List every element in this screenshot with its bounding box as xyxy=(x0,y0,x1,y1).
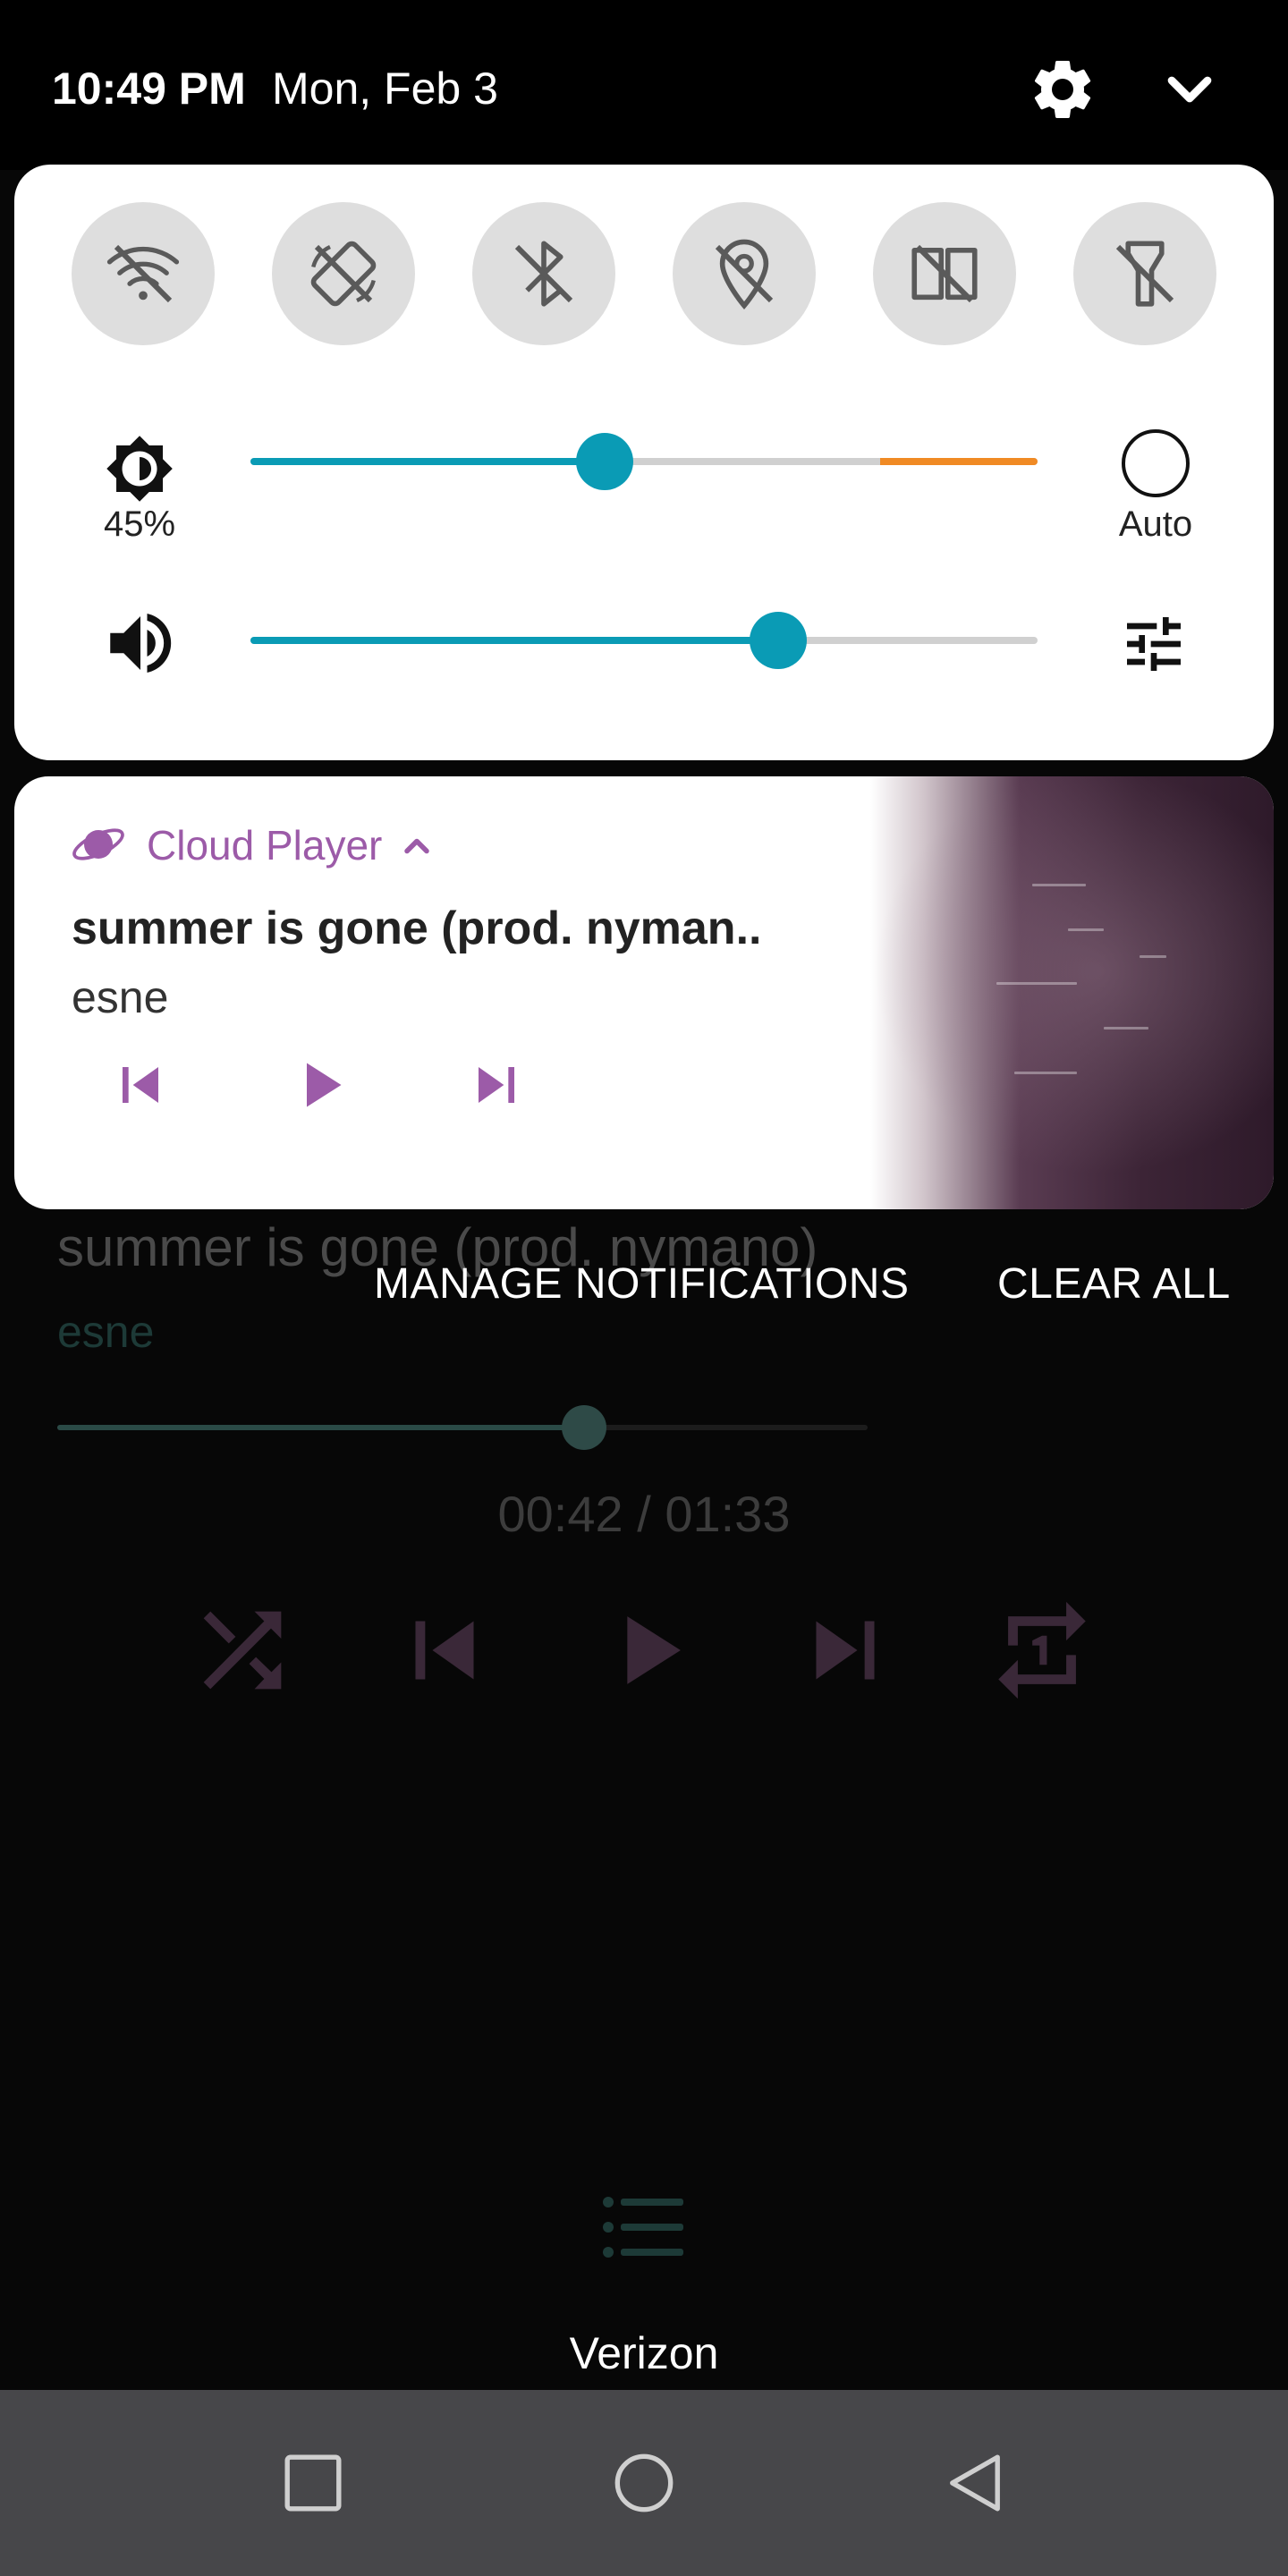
navigation-bar xyxy=(0,2390,1288,2576)
brightness-high-zone xyxy=(880,458,1038,465)
wifi-off-icon xyxy=(106,244,180,303)
repeat-one-icon[interactable] xyxy=(984,1592,1100,1708)
home-button[interactable] xyxy=(599,2438,689,2528)
album-art xyxy=(835,776,1274,1209)
shuffle-icon[interactable] xyxy=(184,1592,301,1708)
brightness-icon xyxy=(95,424,184,513)
status-time: 10:49 PM xyxy=(52,64,246,114)
manage-notifications-button[interactable]: MANAGE NOTIFICATIONS xyxy=(374,1259,909,1309)
recents-button[interactable] xyxy=(268,2438,358,2528)
background-player: summer is gone (prod. nymano) esne 00:42… xyxy=(0,1163,1288,2388)
tile-reading-mode[interactable] xyxy=(873,202,1016,345)
tile-bluetooth[interactable] xyxy=(472,202,615,345)
bg-song-artist: esne xyxy=(57,1307,155,1357)
location-off-icon xyxy=(715,239,774,309)
settings-icon[interactable] xyxy=(1027,54,1098,125)
notification-artist: esne xyxy=(72,972,169,1022)
status-bar: 10:49 PM Mon, Feb 3 xyxy=(0,0,1288,170)
recents-icon xyxy=(284,2454,342,2512)
collapse-chevron-icon[interactable] xyxy=(397,826,436,866)
media-notification[interactable]: Cloud Player summer is gone (prod. nyman… xyxy=(14,776,1274,1209)
quick-settings-panel: 45% Auto xyxy=(14,165,1274,760)
auto-rotate-off-icon xyxy=(310,241,377,307)
notification-app-name: Cloud Player xyxy=(147,822,383,869)
next-icon xyxy=(479,1067,514,1103)
previous-icon xyxy=(123,1067,158,1103)
auto-brightness-toggle[interactable] xyxy=(1122,429,1190,497)
cloud-player-logo-icon xyxy=(70,816,127,873)
brightness-fill xyxy=(250,458,605,465)
bluetooth-off-icon xyxy=(514,241,573,307)
bg-next-icon[interactable] xyxy=(787,1592,903,1708)
tile-flashlight[interactable] xyxy=(1073,202,1216,345)
bg-play-icon[interactable] xyxy=(589,1592,705,1708)
tile-wifi[interactable] xyxy=(72,202,215,345)
carrier-label: Verizon xyxy=(569,2328,719,2378)
brightness-percent: 45% xyxy=(103,504,176,544)
sound-settings-icon[interactable] xyxy=(1118,608,1190,680)
bg-previous-icon[interactable] xyxy=(386,1592,503,1708)
queue-list-icon[interactable] xyxy=(599,2191,689,2263)
bg-seek-thumb[interactable] xyxy=(561,1405,606,1450)
tile-location[interactable] xyxy=(673,202,816,345)
notification-play-button[interactable] xyxy=(279,1045,360,1125)
brightness-slider[interactable] xyxy=(250,433,1038,490)
notification-next-button[interactable] xyxy=(456,1045,537,1125)
notification-song-title: summer is gone (prod. nyman.. xyxy=(72,902,762,954)
volume-slider[interactable] xyxy=(250,612,1038,669)
tile-auto-rotate[interactable] xyxy=(272,202,415,345)
volume-thumb[interactable] xyxy=(749,612,807,669)
volume-icon xyxy=(100,603,181,683)
bg-seek-bar[interactable] xyxy=(57,1405,868,1450)
clear-all-button[interactable]: CLEAR ALL xyxy=(997,1259,1231,1309)
volume-fill xyxy=(250,637,778,644)
notification-previous-button[interactable] xyxy=(100,1045,181,1125)
back-icon xyxy=(950,2454,1000,2512)
home-icon xyxy=(614,2453,674,2512)
brightness-thumb[interactable] xyxy=(576,433,633,490)
back-button[interactable] xyxy=(930,2438,1020,2528)
bg-seek-fill xyxy=(57,1425,584,1430)
reading-mode-off-icon xyxy=(911,244,978,303)
bg-time-readout: 00:42 / 01:33 xyxy=(497,1486,791,1542)
play-icon xyxy=(307,1063,342,1107)
auto-brightness-label: Auto xyxy=(1118,504,1193,544)
status-date: Mon, Feb 3 xyxy=(272,64,498,114)
chevron-down-icon[interactable] xyxy=(1154,54,1225,125)
flashlight-off-icon xyxy=(1115,241,1174,307)
